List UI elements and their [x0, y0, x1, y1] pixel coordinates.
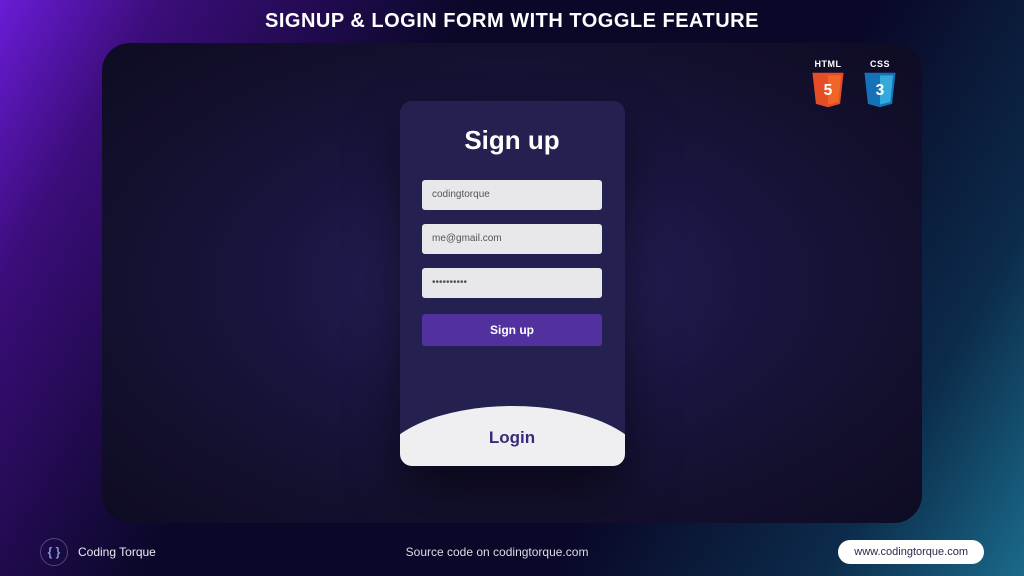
- password-field[interactable]: [422, 268, 602, 298]
- css-label: CSS: [870, 59, 890, 69]
- brand-name: Coding Torque: [78, 545, 156, 559]
- toggle-area[interactable]: Login: [400, 406, 625, 466]
- svg-text:5: 5: [824, 82, 833, 99]
- brand-logo-icon: { }: [40, 538, 68, 566]
- signup-button[interactable]: Sign up: [422, 314, 602, 346]
- css3-icon: 3: [858, 71, 902, 109]
- signup-card: Sign up Sign up Login: [400, 101, 625, 466]
- html-label: HTML: [815, 59, 842, 69]
- toggle-login-label: Login: [489, 428, 535, 448]
- html5-badge: HTML 5: [806, 59, 850, 109]
- footer-center-text: Source code on codingtorque.com: [156, 545, 838, 559]
- email-field[interactable]: [422, 224, 602, 254]
- footer: { } Coding Torque Source code on codingt…: [0, 538, 1024, 566]
- html5-icon: 5: [806, 71, 850, 109]
- site-pill[interactable]: www.codingtorque.com: [838, 540, 984, 564]
- page-title: SIGNUP & LOGIN FORM WITH TOGGLE FEATURE: [265, 10, 759, 33]
- card-title: Sign up: [464, 125, 559, 156]
- css3-badge: CSS 3: [858, 59, 902, 109]
- demo-window: HTML 5 CSS 3 Sign up Sign up Login: [102, 43, 922, 523]
- username-field[interactable]: [422, 180, 602, 210]
- footer-left: { } Coding Torque: [40, 538, 156, 566]
- svg-text:3: 3: [876, 82, 885, 99]
- tech-badges: HTML 5 CSS 3: [806, 59, 902, 109]
